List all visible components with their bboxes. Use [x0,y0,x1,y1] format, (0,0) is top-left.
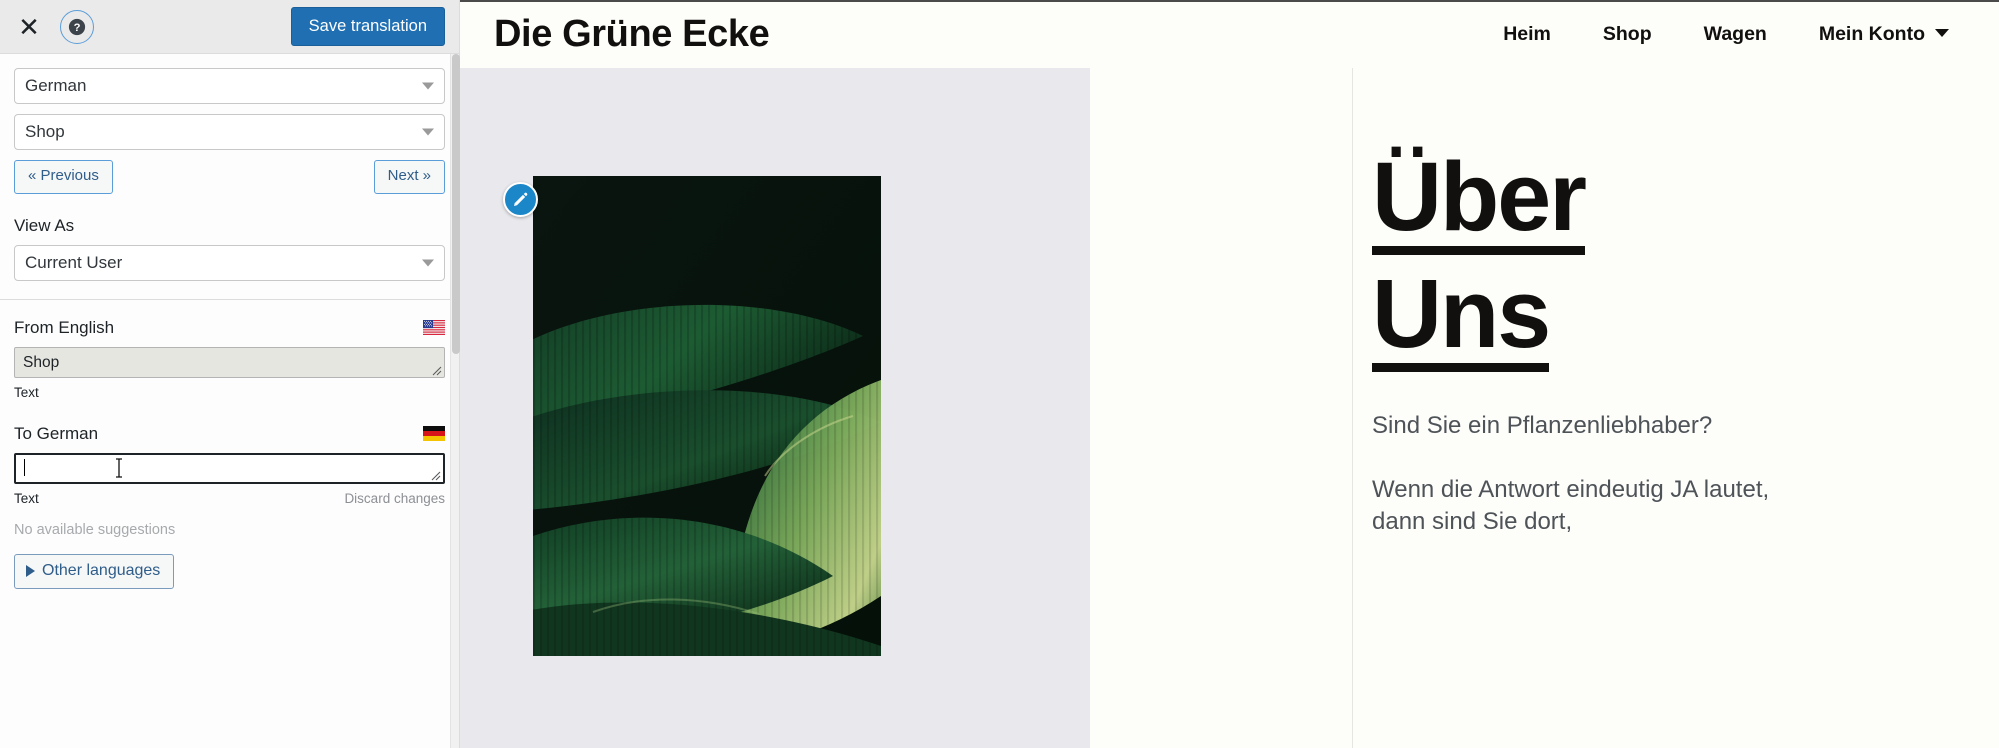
about-heading: Über Uns [1372,148,1932,373]
about-heading-line-2-text: Uns [1372,265,1551,373]
pencil-edit-icon[interactable] [503,182,538,217]
target-type-label: Text [14,490,39,506]
next-button[interactable]: Next » [373,160,445,194]
hero-image[interactable] [533,176,881,656]
discard-changes-link[interactable]: Discard changes [344,491,445,506]
previous-button[interactable]: « Previous [14,160,113,194]
nav-item-mein-konto-label: Mein Konto [1818,22,1925,45]
translation-sidebar: ✕ ? Save translation German Shop « Previ… [0,0,460,748]
source-text-field[interactable]: Shop [14,346,445,378]
source-field-header: From English [14,318,445,338]
frame-top-edge [460,0,1999,2]
about-heading-line-1-text: Über [1372,148,1587,256]
sidebar-scrollbar-thumb[interactable] [452,54,460,354]
view-as-select-wrap: Current User [14,244,445,281]
source-meta-row: Text [14,385,445,400]
nav-item-wagen[interactable]: Wagen [1704,23,1767,46]
resize-grip-icon [431,471,441,480]
language-select-wrap: German [14,68,445,104]
site-nav: Heim Shop Wagen Mein Konto [1503,23,1965,46]
hero-image-pane [460,68,1090,748]
source-type-label: Text [14,384,39,400]
text-cursor [24,458,25,476]
string-select[interactable]: Shop [14,114,445,150]
site-preview-frame: Die Grüne Ecke Heim Shop Wagen Mein Kont… [460,0,1999,748]
close-icon[interactable]: ✕ [12,10,46,44]
view-as-label: View As [14,215,75,235]
help-icon[interactable]: ? [60,9,94,44]
about-content-pane: Über Uns Sind Sie ein Pflanzenliebhaber?… [1090,68,1999,748]
nav-item-mein-konto[interactable]: Mein Konto [1819,23,1949,46]
save-translation-button[interactable]: Save translation [290,6,445,47]
source-field-label: From English [14,317,115,337]
string-select-wrap: Shop [14,114,445,150]
source-text-value: Shop [23,353,60,371]
about-heading-line-1: Über [1372,148,1932,256]
language-select[interactable]: German [14,68,445,104]
other-languages-button[interactable]: Other languages [14,553,175,589]
ibeam-cursor-icon [116,457,122,478]
target-field-label: To German [14,423,99,443]
no-suggestions-text: No available suggestions [14,521,176,538]
view-as-select[interactable]: Current User [14,244,445,281]
sidebar-controls-section: German Shop « Previous Next » View As Cu… [0,54,459,300]
target-meta-row: Text Discard changes [14,491,445,506]
sidebar-body: German Shop « Previous Next » View As Cu… [0,54,459,748]
about-paragraph-2: Wenn die Antwort eindeutig JA lautet, da… [1372,476,1770,535]
column-divider [1352,68,1353,748]
about-heading-line-2: Uns [1372,265,1932,373]
other-languages-label: Other languages [42,561,161,579]
target-text-field[interactable] [14,452,445,484]
us-flag-icon [423,320,445,335]
site-title[interactable]: Die Grüne Ecke [494,13,770,56]
translation-editor-screen: ✕ ? Save translation German Shop « Previ… [0,0,1999,748]
about-content: Über Uns Sind Sie ein Pflanzenliebhaber?… [1372,68,1932,561]
triangle-right-icon [26,564,35,577]
site-body: Über Uns Sind Sie ein Pflanzenliebhaber?… [460,68,1999,748]
sidebar-scrollbar[interactable] [450,54,460,748]
about-paragraph-1: Sind Sie ein Pflanzenliebhaber? [1372,412,1713,440]
translation-fields-section: From English Shop Text To German Text Di… [0,300,459,599]
nav-item-heim[interactable]: Heim [1503,23,1551,46]
chevron-down-icon [1935,28,1949,37]
sidebar-header: ✕ ? Save translation [0,0,459,54]
pagination-row: « Previous Next » [14,160,445,194]
svg-text:?: ? [74,22,81,34]
nav-item-shop[interactable]: Shop [1603,23,1652,46]
resize-grip-icon [432,366,442,375]
target-field-header: To German [14,424,445,444]
site-header: Die Grüne Ecke Heim Shop Wagen Mein Kont… [460,0,1999,68]
de-flag-icon [423,426,445,441]
